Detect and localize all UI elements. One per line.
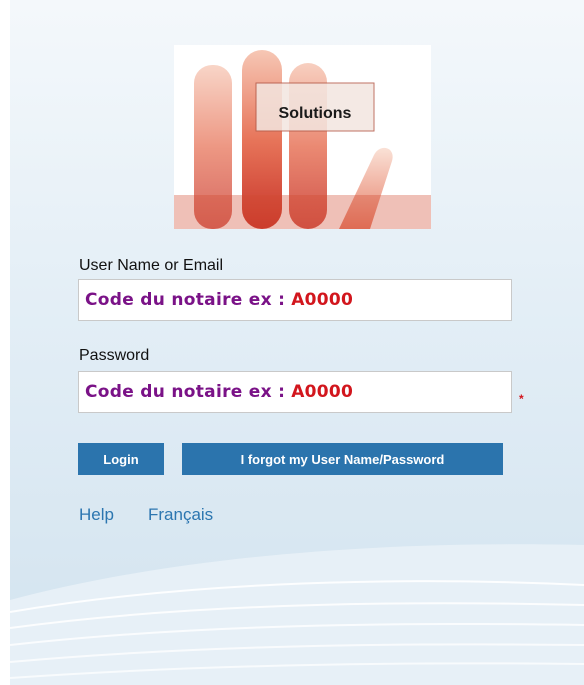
- username-label: User Name or Email: [79, 257, 224, 274]
- required-marker: *: [519, 392, 524, 406]
- password-label: Password: [79, 347, 150, 364]
- username-input[interactable]: Code du notaire ex : A0000: [78, 279, 512, 321]
- password-placeholder: Code du notaire ex :: [85, 382, 286, 402]
- forgot-credentials-button[interactable]: I forgot my User Name/Password: [182, 443, 503, 475]
- password-input[interactable]: Code du notaire ex : A0000: [78, 371, 512, 413]
- hand-image: [174, 45, 431, 229]
- help-link[interactable]: Help: [79, 505, 114, 525]
- solutions-logo: Solutions: [174, 45, 431, 229]
- language-link[interactable]: Français: [148, 505, 213, 525]
- username-placeholder-example: A0000: [291, 290, 354, 310]
- password-placeholder-example: A0000: [291, 382, 354, 402]
- login-button[interactable]: Login: [78, 443, 164, 475]
- logo-text: Solutions: [278, 105, 352, 122]
- username-placeholder: Code du notaire ex :: [85, 290, 286, 310]
